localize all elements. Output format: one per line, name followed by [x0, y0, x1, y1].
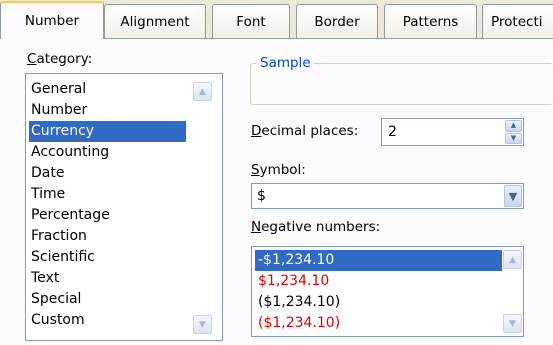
list-item[interactable]: Number [29, 100, 89, 121]
symbol-label-accesskey: S [251, 162, 260, 178]
sample-group: Sample [250, 55, 553, 105]
scroll-down-icon[interactable]: ▼ [503, 314, 522, 333]
list-item-selected[interactable]: Currency [29, 121, 186, 142]
negative-scrollbar[interactable]: ▲ ▼ [503, 250, 522, 333]
tab-strip: Number Alignment Font Border Patterns Pr… [0, 0, 553, 39]
category-label: Category: [27, 51, 92, 67]
decimal-places-spinner[interactable]: ▲ ▼ [505, 120, 522, 144]
list-item[interactable]: General [29, 79, 88, 100]
tab-font[interactable]: Font [212, 4, 290, 38]
symbol-value: $ [257, 188, 266, 204]
decimal-places-value: 2 [388, 124, 397, 140]
decimal-places-label: Decimal places: [251, 123, 358, 139]
chevron-down-icon[interactable]: ▼ [504, 185, 522, 207]
list-item-selected[interactable]: -$1,234.10 [255, 250, 502, 271]
category-scrollbar[interactable]: ▲ ▼ [193, 82, 212, 334]
sample-legend: Sample [257, 55, 314, 71]
list-item[interactable]: ($1,234.10) [255, 313, 343, 334]
number-format-panel: Category: General Number Currency Accoun… [0, 38, 553, 345]
scroll-up-icon[interactable]: ▲ [193, 82, 212, 101]
tab-alignment[interactable]: Alignment [104, 4, 206, 38]
list-item[interactable]: Special [29, 289, 83, 310]
list-item[interactable]: ($1,234.10) [255, 292, 343, 313]
category-listbox[interactable]: General Number Currency Accounting Date … [25, 73, 223, 341]
symbol-label: Symbol: [251, 162, 306, 178]
list-item[interactable]: Percentage [29, 205, 112, 226]
symbol-label-text: ymbol: [259, 162, 306, 178]
tab-number[interactable]: Number [0, 1, 104, 39]
negative-label-accesskey: N [251, 219, 262, 235]
list-item[interactable]: Date [29, 163, 66, 184]
list-item[interactable]: Scientific [29, 247, 97, 268]
decimal-label-text: ecimal places: [261, 123, 359, 139]
negative-label-text: egative numbers: [261, 219, 381, 235]
list-item[interactable]: Fraction [29, 226, 89, 247]
list-item[interactable]: Accounting [29, 142, 111, 163]
decimal-places-input[interactable]: 2 ▲ ▼ [381, 118, 524, 146]
negative-numbers-listbox[interactable]: -$1,234.10 $1,234.10 ($1,234.10) ($1,234… [251, 246, 524, 337]
scroll-up-icon[interactable]: ▲ [503, 250, 522, 269]
spin-up-icon[interactable]: ▲ [505, 120, 522, 132]
negative-numbers-label: Negative numbers: [251, 219, 380, 235]
tab-border[interactable]: Border [296, 4, 378, 38]
category-label-text: ategory: [36, 51, 93, 67]
list-item[interactable]: Custom [29, 310, 87, 331]
tab-protection[interactable]: Protecti [482, 4, 553, 38]
symbol-select[interactable]: $ ▼ [251, 183, 524, 209]
scroll-down-icon[interactable]: ▼ [193, 315, 212, 334]
list-item[interactable]: Time [29, 184, 67, 205]
list-item[interactable]: $1,234.10 [255, 271, 332, 292]
tab-patterns[interactable]: Patterns [384, 4, 477, 38]
decimal-label-accesskey: D [251, 123, 262, 139]
list-item[interactable]: Text [29, 268, 61, 289]
spin-down-icon[interactable]: ▼ [505, 132, 522, 144]
